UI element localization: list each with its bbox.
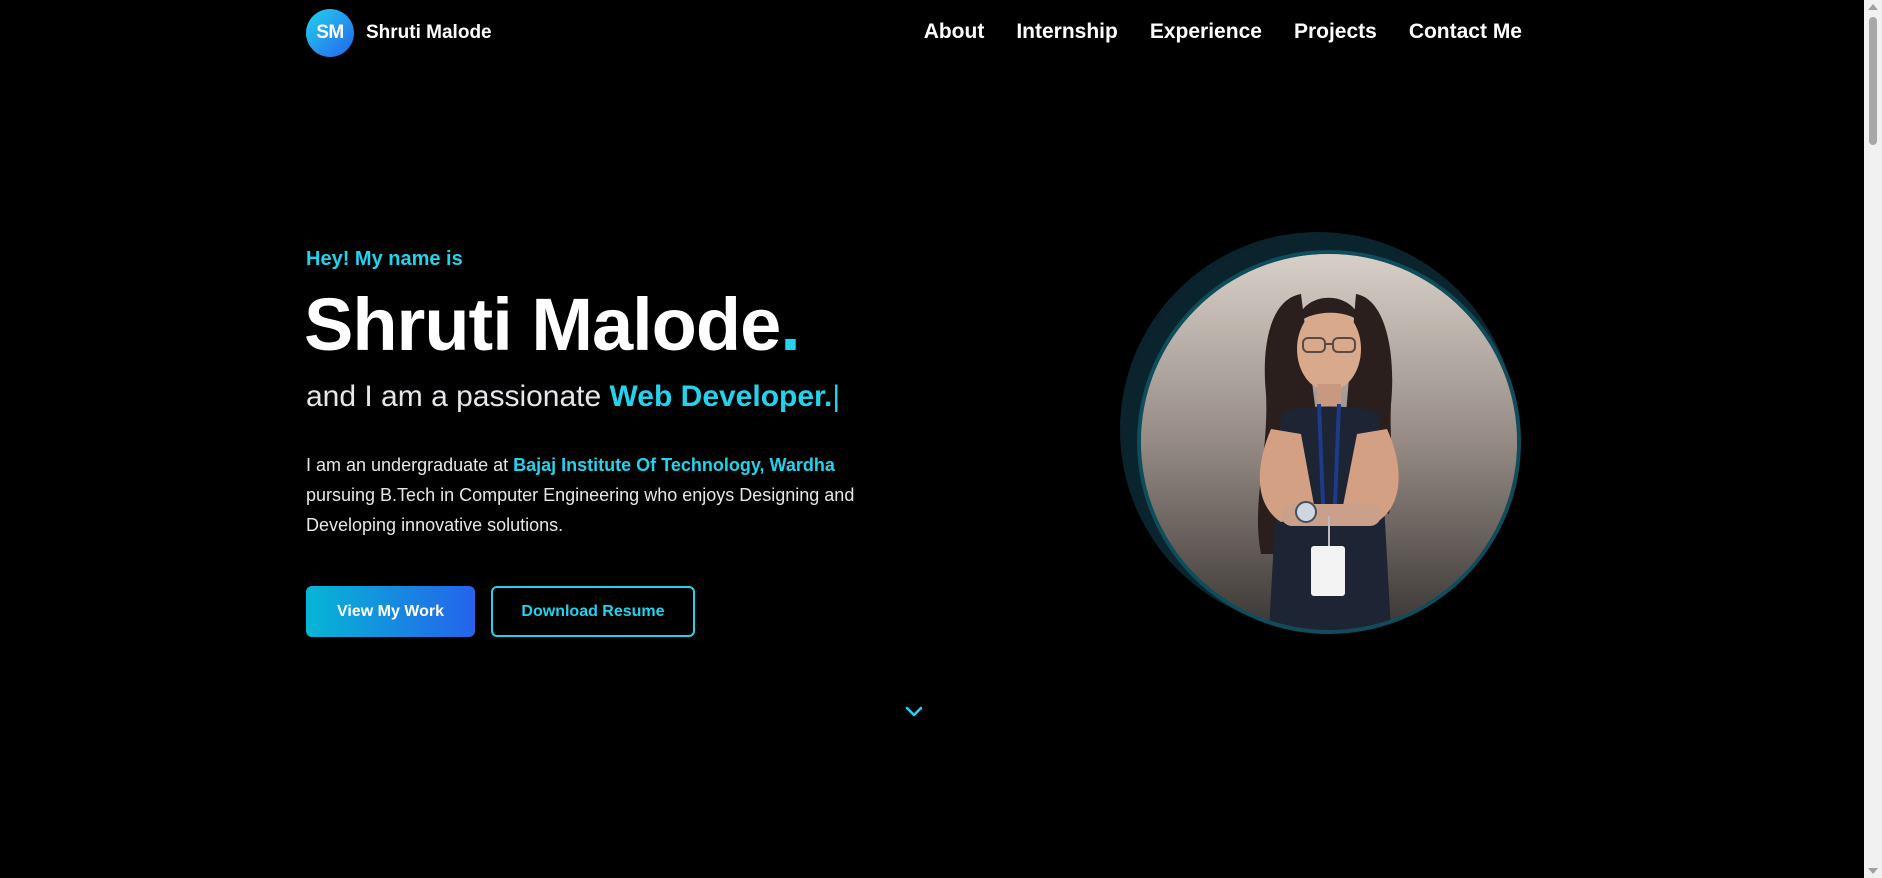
site-logo[interactable]: SM Shruti Malode — [306, 9, 492, 57]
chevron-down-icon[interactable] — [902, 700, 926, 724]
logo-name: Shruti Malode — [366, 22, 492, 43]
nav-link-experience[interactable]: Experience — [1150, 20, 1262, 44]
hero-bio: I am an undergraduate at Bajaj Institute… — [306, 450, 866, 540]
tagline-role: Web Developer. — [609, 380, 833, 413]
tagline-prefix: and I am a passionate — [306, 380, 610, 413]
scroll-up-arrow-icon[interactable] — [1868, 4, 1878, 10]
bio-institution: Bajaj Institute Of Technology, Wardha — [513, 455, 835, 475]
view-my-work-button[interactable]: View My Work — [306, 586, 475, 637]
download-resume-button[interactable]: Download Resume — [491, 586, 695, 637]
profile-photo — [1137, 250, 1521, 634]
scroll-down-arrow-icon[interactable] — [1868, 868, 1878, 874]
nav-link-contact[interactable]: Contact Me — [1409, 20, 1522, 44]
nav-link-about[interactable]: About — [924, 20, 985, 44]
hero-greeting: Hey! My name is — [306, 248, 463, 270]
logo-badge: SM — [306, 9, 354, 57]
hero-name-dot: . — [780, 283, 801, 366]
portfolio-page: SM Shruti Malode About Internship Experi… — [0, 0, 1882, 878]
main-nav: About Internship Experience Projects Con… — [924, 20, 1522, 44]
nav-link-internship[interactable]: Internship — [1016, 20, 1118, 44]
scrollbar-thumb[interactable] — [1869, 17, 1877, 145]
hero-tagline: and I am a passionate Web Developer.| — [306, 380, 840, 414]
hero-name: Shruti Malode. — [304, 288, 801, 362]
nav-link-projects[interactable]: Projects — [1294, 20, 1377, 44]
page-scrollbar[interactable] — [1864, 0, 1882, 878]
profile-photo-illustration — [1141, 254, 1517, 630]
typing-cursor: | — [832, 380, 841, 413]
hero-name-text: Shruti Malode — [304, 283, 781, 366]
bio-prefix: I am an undergraduate at — [306, 455, 514, 475]
